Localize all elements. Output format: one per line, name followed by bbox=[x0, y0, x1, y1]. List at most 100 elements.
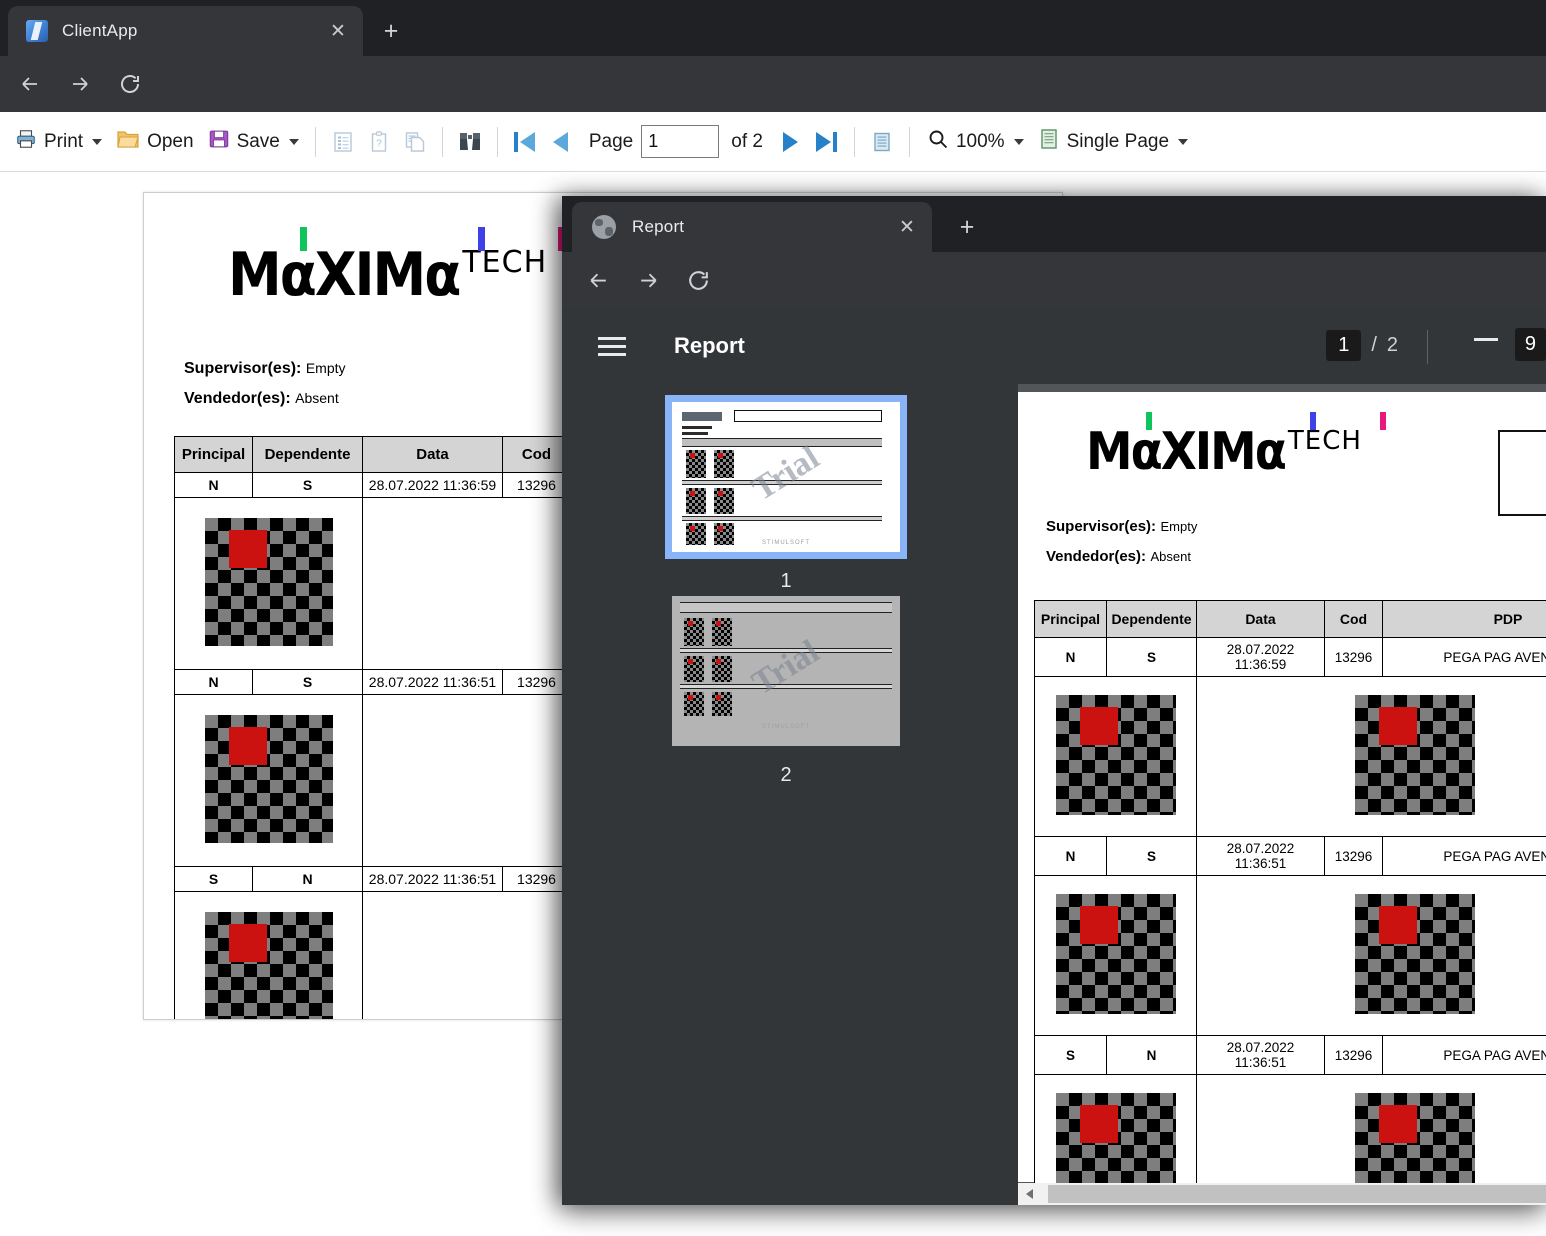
first-page-button[interactable] bbox=[507, 123, 543, 161]
supervisor-label: Supervisor(es): bbox=[1046, 518, 1157, 535]
reload-icon[interactable] bbox=[678, 260, 718, 300]
logo-tick-blue bbox=[478, 227, 485, 251]
next-page-button[interactable] bbox=[773, 123, 809, 161]
single-page-icon bbox=[1038, 127, 1060, 157]
checkerboard-photo bbox=[1355, 894, 1475, 1014]
scroll-left-arrow-icon[interactable] bbox=[1026, 1189, 1033, 1199]
chevron-down-icon[interactable] bbox=[1178, 138, 1189, 145]
red-marker bbox=[228, 924, 267, 962]
pdf-horizontal-scrollbar[interactable] bbox=[1018, 1183, 1546, 1205]
cell-cod: 13296 bbox=[502, 669, 571, 695]
red-marker bbox=[1379, 1105, 1417, 1143]
help-clipboard-icon[interactable]: ? bbox=[361, 123, 397, 161]
close-icon[interactable]: ✕ bbox=[325, 18, 351, 44]
reload-icon[interactable] bbox=[110, 64, 150, 104]
vendedor-label: Vendedor(es): bbox=[184, 390, 291, 407]
forward-arrow-icon[interactable] bbox=[60, 64, 100, 104]
foreground-tab-report[interactable]: Report ✕ bbox=[572, 202, 932, 252]
cell-dependente: N bbox=[252, 866, 363, 892]
cell-dependente: S bbox=[1106, 836, 1197, 876]
cell-principal: S bbox=[1034, 1035, 1107, 1075]
supervisor-field: Supervisor(es): Empty bbox=[1046, 518, 1197, 536]
globe-icon bbox=[592, 215, 616, 239]
cell-cod: 13296 bbox=[1324, 1035, 1383, 1075]
forward-arrow-icon[interactable] bbox=[628, 260, 668, 300]
previous-page-button[interactable] bbox=[543, 123, 579, 161]
logo-tick-blue bbox=[1310, 412, 1316, 430]
hamburger-menu-icon[interactable] bbox=[598, 332, 626, 361]
cell-data: 28.07.2022 11:36:59 bbox=[1196, 637, 1325, 677]
cell-dependente: N bbox=[1106, 1035, 1197, 1075]
pdf-report-table: Principal Dependente Data Cod PDP N S 28… bbox=[1034, 600, 1546, 1205]
col-data: Data bbox=[362, 436, 503, 473]
logo-main-text: MαXIMα bbox=[1086, 422, 1287, 482]
save-floppy-icon bbox=[208, 128, 230, 156]
image-cell bbox=[1196, 875, 1546, 1036]
chevron-down-icon[interactable] bbox=[288, 138, 299, 145]
cell-cod: 13296 bbox=[502, 866, 571, 892]
zoom-out-button[interactable] bbox=[1474, 338, 1498, 341]
table-header-row: Principal Dependente Data Cod PDP bbox=[1034, 600, 1546, 638]
scrollbar-thumb[interactable] bbox=[1048, 1185, 1546, 1203]
pdf-current-page-input[interactable]: 1 bbox=[1326, 330, 1362, 361]
chevron-down-icon[interactable] bbox=[92, 138, 103, 145]
foreground-tabstrip: Report ✕ + bbox=[562, 196, 1546, 252]
last-page-button[interactable] bbox=[809, 123, 845, 161]
foreground-navbar: File E:/_DOWNLOAD/Report%20(30).pdf bbox=[562, 252, 1546, 356]
page-view-icon[interactable] bbox=[864, 123, 900, 161]
cell-pdp: PEGA PAG AVENIDA bbox=[1382, 637, 1546, 677]
cell-data: 28.07.2022 11:36:51 bbox=[362, 669, 503, 695]
vendedor-label: Vendedor(es): bbox=[1046, 548, 1147, 565]
image-row bbox=[1034, 875, 1546, 1036]
toolbar-divider bbox=[496, 126, 498, 157]
logo-tick-pink bbox=[1380, 412, 1386, 430]
back-arrow-icon[interactable] bbox=[578, 260, 618, 300]
thumbnail-preview: Trial STIMULSOFT bbox=[665, 395, 907, 559]
save-button[interactable]: Save bbox=[201, 121, 306, 163]
chevron-down-icon[interactable] bbox=[1013, 138, 1024, 145]
bookmarks-icon[interactable] bbox=[325, 123, 361, 161]
image-cell bbox=[174, 891, 363, 1019]
col-cod: Cod bbox=[1324, 600, 1383, 638]
red-marker bbox=[1079, 707, 1118, 745]
vendedor-field: Vendedor(es): Absent bbox=[184, 390, 339, 408]
clientapp-logo-icon bbox=[26, 20, 48, 42]
find-binoculars-icon[interactable] bbox=[452, 123, 488, 161]
open-button[interactable]: Open bbox=[109, 121, 200, 163]
maxima-tech-logo: MαXIMα TECH bbox=[228, 227, 565, 305]
thumbnail-caption: 1 bbox=[780, 570, 792, 592]
back-arrow-icon[interactable] bbox=[10, 64, 50, 104]
pdf-thumbnail-page-1[interactable]: Trial STIMULSOFT 1 bbox=[665, 395, 907, 593]
cell-cod: 13296 bbox=[1324, 637, 1383, 677]
cell-data: 28.07.2022 11:36:51 bbox=[362, 866, 503, 892]
pdf-thumbnail-page-2[interactable]: Trial STIMULSOFT 2 bbox=[672, 596, 900, 787]
image-row bbox=[1034, 676, 1546, 837]
thumbnail-caption: 2 bbox=[780, 764, 792, 786]
pdf-thumbnail-rail[interactable]: Trial STIMULSOFT 1 Trial STIMULSOFT 2 bbox=[562, 384, 1018, 1205]
page-number-input[interactable] bbox=[641, 125, 720, 158]
trial-watermark: Trial bbox=[745, 439, 826, 509]
copy-page-icon[interactable] bbox=[397, 123, 433, 161]
trial-watermark: Trial bbox=[745, 633, 826, 703]
thumbnail-preview: Trial STIMULSOFT bbox=[672, 596, 900, 746]
col-dependente: Dependente bbox=[1106, 600, 1197, 638]
pdf-viewer-appbar: Report 1 / 2 9 bbox=[562, 308, 1546, 384]
pdf-page-viewport[interactable]: MαXIMα TECH Supervisor(es): Empty Vendedo… bbox=[1018, 384, 1546, 1205]
cell-data: 28.07.2022 11:36:51 bbox=[1196, 1035, 1325, 1075]
print-button[interactable]: Print bbox=[8, 121, 109, 163]
background-tab-clientapp[interactable]: ClientApp ✕ bbox=[8, 6, 363, 56]
close-icon[interactable]: ✕ bbox=[894, 214, 920, 240]
toolbar-divider bbox=[441, 126, 443, 157]
table-row: S N 28.07.2022 11:36:51 13296 PEGA PAG A… bbox=[1034, 1035, 1546, 1075]
zoom-control[interactable]: 100% bbox=[919, 121, 1031, 163]
cell-data: 28.07.2022 11:36:59 bbox=[362, 472, 503, 498]
new-tab-icon[interactable]: + bbox=[374, 14, 408, 48]
pdf-viewer-toolbar: Print Open Save ? Page 1 of 2 100% Singl… bbox=[0, 112, 1546, 172]
new-tab-icon[interactable]: + bbox=[950, 210, 984, 244]
pdf-page-indicator[interactable]: 1 / 2 bbox=[1326, 330, 1398, 361]
cell-cod: 13296 bbox=[1324, 836, 1383, 876]
logo-tech-text: TECH bbox=[1287, 426, 1362, 456]
page-layout-control[interactable]: Single Page bbox=[1031, 121, 1195, 163]
foreground-browser-window[interactable]: Report ✕ + File E:/_DOWNLOAD/Report%20(3… bbox=[562, 196, 1546, 1205]
checkerboard-photo bbox=[204, 912, 333, 1019]
